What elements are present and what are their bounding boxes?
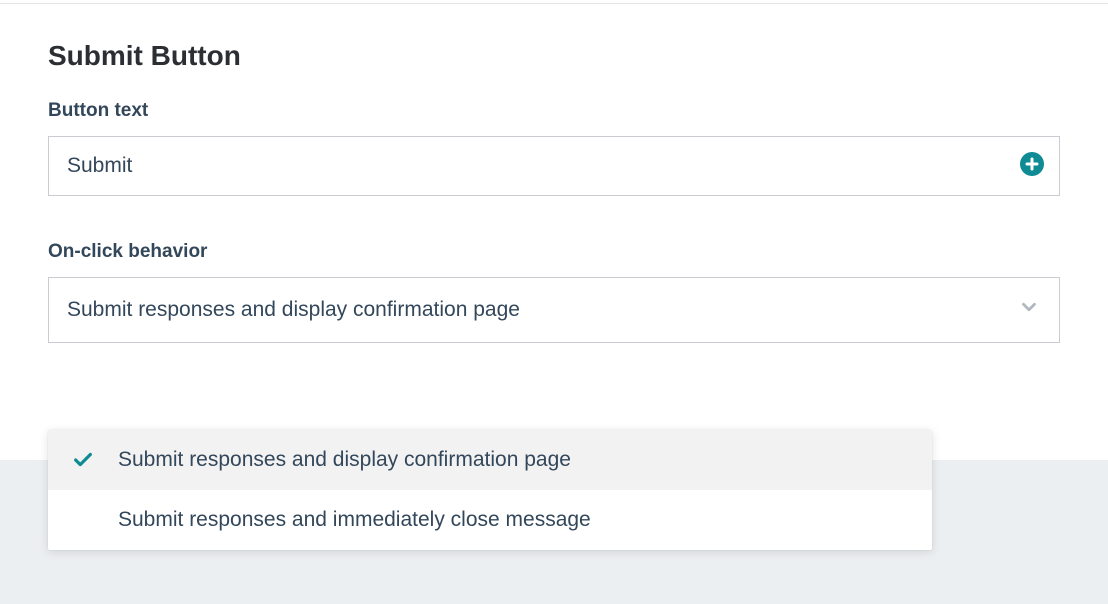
- dropdown-option-label: Submit responses and immediately close m…: [112, 508, 912, 532]
- plus-circle-icon: [1019, 151, 1045, 177]
- button-text-label: Button text: [48, 100, 1060, 122]
- on-click-behavior-dropdown: Submit responses and display confirmatio…: [48, 430, 932, 550]
- check-icon: [72, 449, 112, 471]
- on-click-behavior-label: On-click behavior: [48, 241, 1060, 263]
- button-text-input[interactable]: [48, 136, 1060, 196]
- add-personalization-button[interactable]: [1018, 150, 1046, 178]
- section-title: Submit Button: [48, 40, 1060, 72]
- button-text-field-wrap: [48, 136, 1060, 201]
- on-click-behavior-select-wrap: Submit responses and display confirmatio…: [48, 277, 1060, 343]
- on-click-behavior-select[interactable]: Submit responses and display confirmatio…: [48, 277, 1060, 343]
- chevron-down-icon: [1018, 296, 1040, 324]
- dropdown-option-label: Submit responses and display confirmatio…: [112, 448, 912, 472]
- dropdown-option-close-message[interactable]: Submit responses and immediately close m…: [48, 490, 932, 550]
- dropdown-option-confirmation-page[interactable]: Submit responses and display confirmatio…: [48, 430, 932, 490]
- on-click-selected-value: Submit responses and display confirmatio…: [67, 298, 520, 322]
